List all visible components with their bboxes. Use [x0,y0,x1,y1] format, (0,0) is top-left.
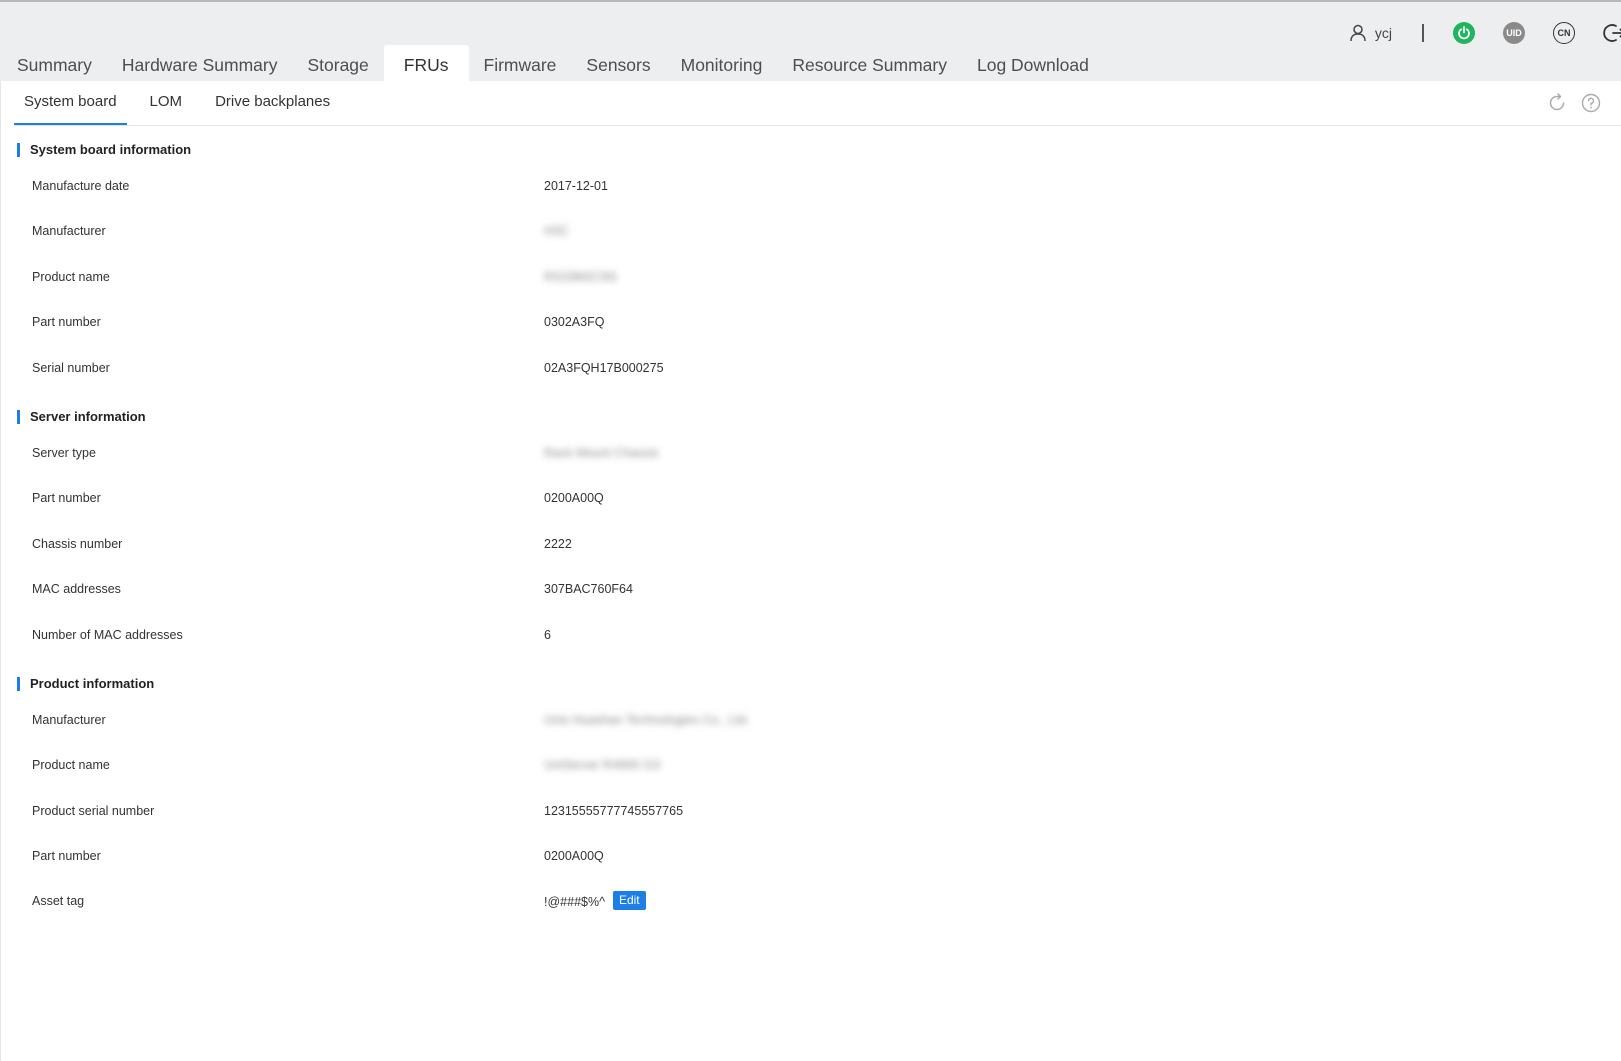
tab-monitoring[interactable]: Monitoring [666,45,778,81]
language-button[interactable]: CN [1553,22,1575,44]
info-value: !@###$%^ [544,895,605,910]
info-value-obscured: UniServer R4900 G3 [544,758,661,773]
info-label: Product name [32,758,110,773]
info-row: Product serial number 1231555577774555776… [17,791,1597,836]
tab-summary[interactable]: Summary [0,45,107,81]
info-label: Server type [32,445,96,460]
info-row: MAC addresses 307BAC760F64 [17,569,1597,614]
header-divider [1422,24,1424,42]
info-value-wrap: 0200A00Q [544,849,604,863]
info-row: Part number 0302A3FQ [17,302,1597,347]
info-row: Serial number 02A3FQH17B000275 [17,348,1597,393]
user-icon[interactable] [1349,24,1367,42]
info-value: 2222 [544,536,572,551]
info-value: 02A3FQH17B000275 [544,360,664,375]
info-value: 12315555777745557765 [544,803,684,818]
fru-content: System board information Manufacture date… [17,126,1597,927]
tab-resource-summary[interactable]: Resource Summary [777,45,962,81]
info-label: Part number [32,315,101,330]
info-row: Product name UniServer R4900 G3 [17,745,1597,790]
info-label: Part number [32,849,101,864]
info-value-wrap: 2222 [544,537,572,551]
tab-frus[interactable]: FRUs [383,45,469,81]
info-label: Serial number [32,360,110,375]
section-title: Product information [17,676,1597,691]
info-value-obscured: RS33M2C9S [544,269,617,284]
info-value: 0302A3FQ [544,315,605,330]
section-title: System board information [17,143,1597,157]
info-label: Chassis number [32,536,123,551]
info-value: 0200A00Q [544,849,604,864]
tab-firmware[interactable]: Firmware [469,45,572,81]
info-value: 0200A00Q [544,491,604,506]
info-row: Manufacture date 2017-12-01 [17,166,1597,211]
info-value: 6 [544,627,551,642]
info-row: Asset tag !@###$%^ Edit [17,881,1597,926]
edit-asset-tag-button[interactable]: Edit [612,891,646,911]
info-value-wrap: 12315555777745557765 [544,804,683,818]
info-value-wrap: Unis Huashan Technologies Co., Ltd. [544,713,749,727]
help-icon[interactable] [1581,93,1601,113]
toolbar [1547,93,1601,113]
info-value-wrap: H3C [544,224,569,238]
info-row: Manufacturer Unis Huashan Technologies Co… [17,700,1597,745]
info-value-wrap: 6 [544,628,551,642]
tab-sensors[interactable]: Sensors [571,45,665,81]
tab-log-download[interactable]: Log Download [962,45,1104,81]
info-row: Chassis number 2222 [17,524,1597,569]
power-icon [1458,26,1470,40]
subtab-system-board[interactable]: System board [14,81,127,126]
info-value-wrap: 2017-12-01 [544,179,608,193]
username[interactable]: ycj [1375,25,1392,41]
info-row: Number of MAC addresses 6 [17,615,1597,660]
info-value-obscured: H3C [544,224,570,239]
info-row: Server type Rack Mount Chassis [17,433,1597,478]
info-row: Manufacturer H3C [17,211,1597,256]
info-value-wrap: 307BAC760F64 [544,582,633,596]
info-value-obscured: Unis Huashan Technologies Co., Ltd. [544,712,750,727]
info-value-wrap: RS33M2C9S [544,270,617,284]
info-value: 307BAC760F64 [544,582,633,597]
sub-tabs: System board LOM Drive backplanes [14,81,353,126]
section-title: Server information [17,409,1597,424]
refresh-icon[interactable] [1547,93,1567,113]
info-value: 2017-12-01 [544,179,608,193]
content-left-border [0,81,1,1061]
info-label: Number of MAC addresses [32,627,183,642]
uid-button[interactable]: UID [1503,22,1525,44]
user-area: ycj UID CN [1349,18,1621,48]
info-label: Part number [32,491,101,506]
info-label: Product serial number [32,803,155,818]
tab-hardware-summary[interactable]: Hardware Summary [107,45,293,81]
info-row: Product name RS33M2C9S [17,257,1597,302]
info-value-wrap: 02A3FQH17B000275 [544,361,664,375]
power-button[interactable] [1453,22,1475,44]
subtab-lom[interactable]: LOM [140,81,193,123]
main-nav: Summary Hardware Summary Storage FRUs Firmwa… [0,45,1104,81]
logout-icon[interactable] [1603,22,1621,44]
info-value-wrap: 0302A3FQ [544,315,604,329]
info-row: Part number 0200A00Q [17,836,1597,881]
info-row: Part number 0200A00Q [17,478,1597,523]
info-label: Product name [32,269,110,284]
info-value-wrap: UniServer R4900 G3 [544,758,660,772]
info-label: Asset tag [32,894,85,909]
info-label: MAC addresses [32,582,121,597]
info-value-wrap: !@###$%^ Edit [544,891,646,911]
info-value-wrap: Rack Mount Chassis [544,446,659,460]
info-value-wrap: 0200A00Q [544,491,604,505]
subtab-drive-backplanes[interactable]: Drive backplanes [205,81,340,123]
info-label: Manufacturer [32,712,106,727]
tab-storage[interactable]: Storage [292,45,383,81]
info-label: Manufacture date [32,179,130,193]
info-label: Manufacturer [32,224,106,239]
info-value-obscured: Rack Mount Chassis [544,445,659,460]
